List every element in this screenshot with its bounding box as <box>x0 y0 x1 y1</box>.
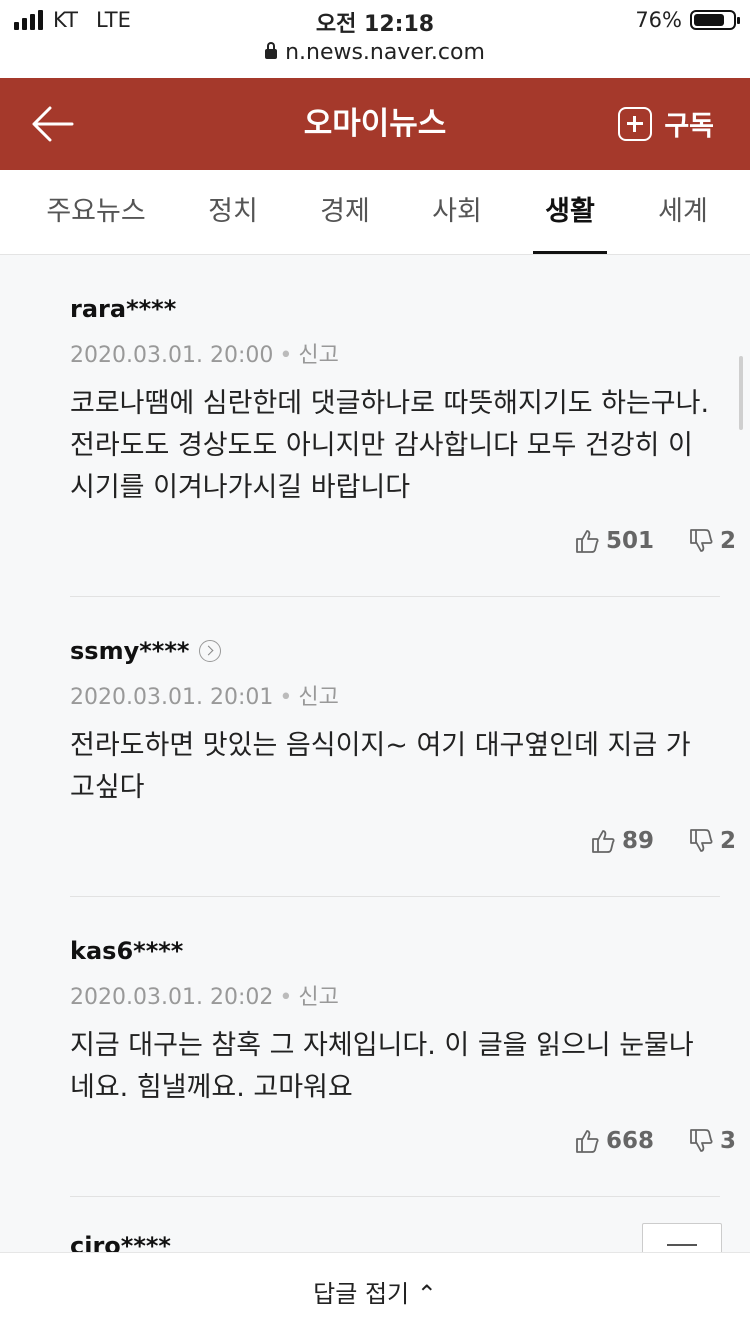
comment-username[interactable]: rara**** <box>70 295 720 323</box>
subscribe-label: 구독 <box>664 111 714 142</box>
divider <box>70 1196 720 1197</box>
comment-item: ssmy**** 2020.03.01. 20:01 • 신고 전라도하면 맛있는 … <box>70 637 720 809</box>
username-text: kas6**** <box>70 937 184 965</box>
like-count: 89 <box>621 828 654 854</box>
tab-world[interactable]: 세계 <box>640 170 726 254</box>
like-button[interactable]: 668 <box>574 1128 654 1154</box>
battery-icon <box>690 10 740 30</box>
thumbs-up-icon <box>576 1130 599 1153</box>
dislike-count: 2 <box>719 528 736 554</box>
thumbs-up-icon <box>592 830 615 853</box>
comment-date: 2020.03.01. 20:00 <box>70 343 274 368</box>
divider <box>70 896 720 897</box>
like-button[interactable]: 89 <box>590 828 654 854</box>
status-bar: KT LTE 오전 12:18 76% n.news.naver.com <box>0 0 750 78</box>
comment-actions: 501 2 <box>574 528 736 554</box>
address-bar[interactable]: n.news.naver.com <box>0 40 750 65</box>
comment-username[interactable]: kas6**** <box>70 937 720 965</box>
like-count: 668 <box>605 1128 654 1154</box>
subscribe-button[interactable]: 구독 <box>618 104 714 143</box>
like-count: 501 <box>605 528 654 554</box>
comment-actions: 89 2 <box>590 828 736 854</box>
dislike-button[interactable]: 3 <box>688 1128 736 1154</box>
username-text: rara**** <box>70 295 177 323</box>
app-header: 오마이뉴스 구독 <box>0 78 750 170</box>
thumbs-up-icon <box>576 530 599 553</box>
url-text: n.news.naver.com <box>285 40 485 65</box>
comment-text: 전라도하면 맛있는 음식이지~ 여기 대구옆인데 지금 가고싶다 <box>70 730 691 803</box>
username-text: ssmy**** <box>70 637 190 665</box>
chevron-right-icon[interactable] <box>199 640 222 662</box>
comment-meta: 2020.03.01. 20:01 • 신고 <box>70 679 720 711</box>
separator: • <box>279 343 293 368</box>
battery-percent: 76% <box>635 8 682 32</box>
separator: • <box>279 685 293 710</box>
like-button[interactable]: 501 <box>574 528 654 554</box>
comment-text: 지금 대구는 참혹 그 자체입니다. 이 글을 읽으니 눈물나네요. 힘낼께요.… <box>70 1030 694 1103</box>
comment-date: 2020.03.01. 20:02 <box>70 985 274 1010</box>
divider <box>70 596 720 597</box>
tab-society[interactable]: 사회 <box>414 170 500 254</box>
comment-item: kas6**** 2020.03.01. 20:02 • 신고 지금 대구는 참혹 … <box>70 937 720 1109</box>
comment-text: 코로나땜에 심란한데 댓글하나로 따뜻해지기도 하는구나. 전라도도 경상도도 … <box>70 388 710 503</box>
thumbs-down-icon <box>690 1129 713 1152</box>
dislike-count: 3 <box>719 1128 736 1154</box>
comment-meta: 2020.03.01. 20:02 • 신고 <box>70 979 720 1011</box>
tab-economy[interactable]: 경제 <box>302 170 388 254</box>
comment-actions: 668 3 <box>574 1128 736 1154</box>
lock-icon <box>265 42 278 59</box>
scrollbar[interactable] <box>739 356 743 430</box>
thumbs-down-icon <box>690 529 713 552</box>
battery-info: 76% <box>635 8 740 32</box>
thumbs-down-icon <box>690 829 713 852</box>
comment-item: rara**** 2020.03.01. 20:00 • 신고 코로나땜에 심란한데… <box>70 295 720 509</box>
tab-life[interactable]: 생활 <box>533 170 607 254</box>
comment-date: 2020.03.01. 20:01 <box>70 685 274 710</box>
report-link[interactable]: 신고 <box>298 985 338 1010</box>
comment-meta: 2020.03.01. 20:00 • 신고 <box>70 337 720 369</box>
report-link[interactable]: 신고 <box>298 685 338 710</box>
plus-icon <box>618 106 653 141</box>
dislike-button[interactable]: 2 <box>688 528 736 554</box>
separator: • <box>279 985 293 1010</box>
collapse-replies-button[interactable]: 답글 접기 ⌃ <box>0 1252 750 1335</box>
collapse-replies-label: 답글 접기 ⌃ <box>313 1280 437 1308</box>
dislike-count: 2 <box>719 828 736 854</box>
tab-main-news[interactable]: 주요뉴스 <box>28 170 164 254</box>
report-link[interactable]: 신고 <box>298 343 338 368</box>
category-tabs: 주요뉴스 정치 경제 사회 생활 세계 <box>0 170 750 255</box>
comment-username[interactable]: ssmy**** <box>70 637 720 665</box>
tab-politics[interactable]: 정치 <box>190 170 276 254</box>
dislike-button[interactable]: 2 <box>688 828 736 854</box>
